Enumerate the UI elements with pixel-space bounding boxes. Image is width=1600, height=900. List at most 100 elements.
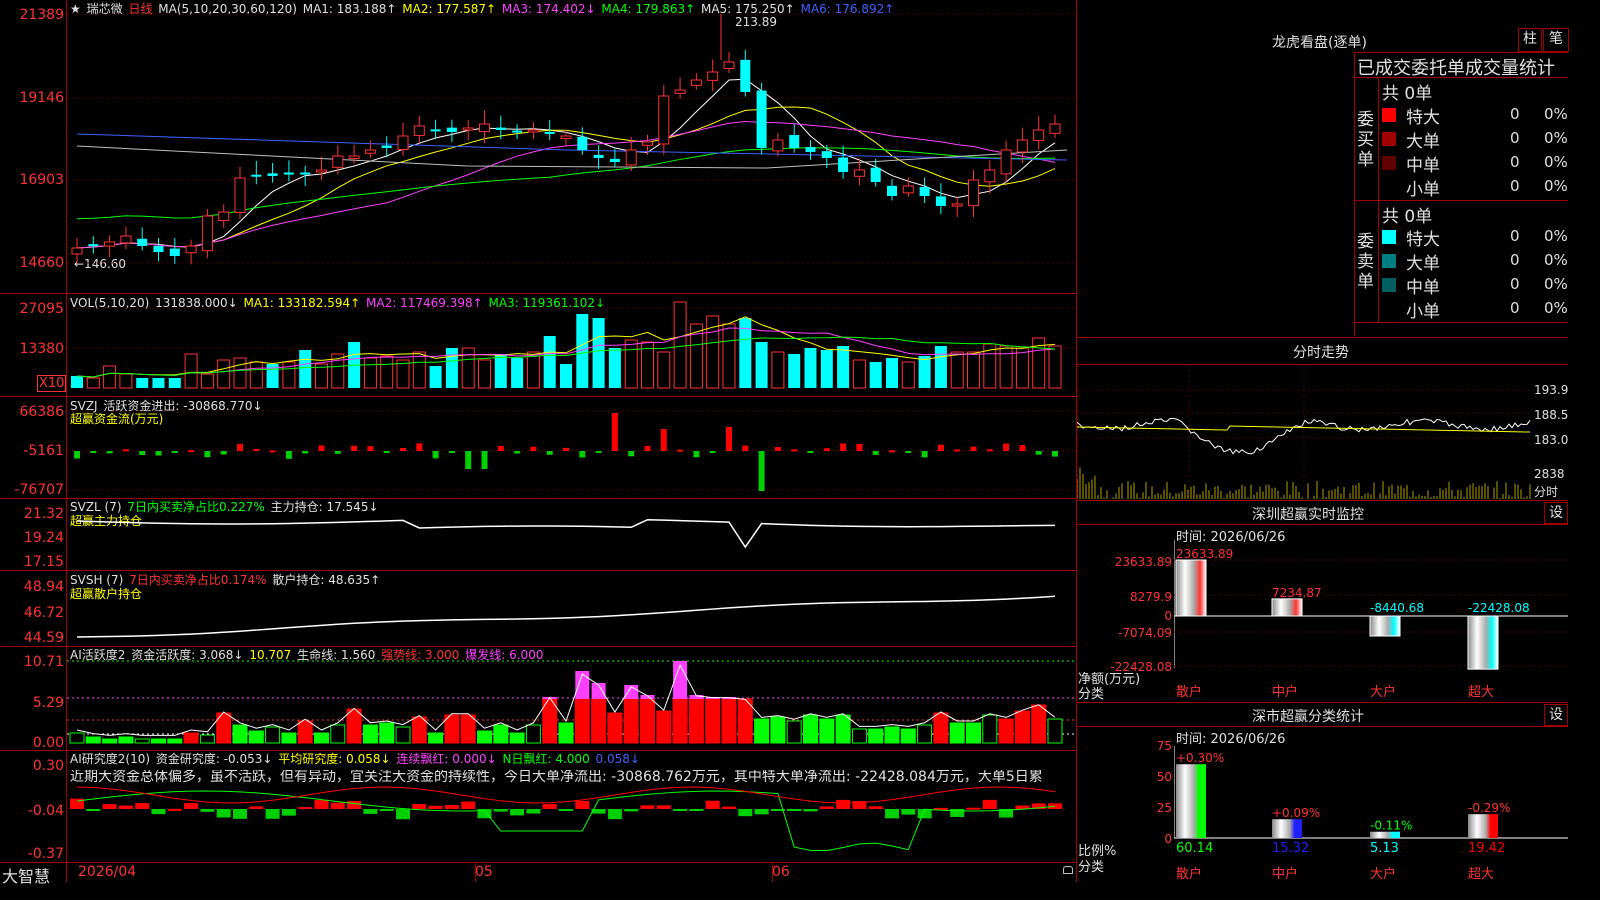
cls-pct: -0.11% xyxy=(1370,819,1412,833)
cls-bar xyxy=(1272,819,1302,838)
row-count: 0 xyxy=(1510,105,1520,123)
intraday-chart[interactable] xyxy=(1077,365,1568,500)
tick-mode-button[interactable]: 笔 xyxy=(1543,28,1569,52)
volume-bar xyxy=(168,378,181,388)
date-axis-2: 05 xyxy=(475,864,493,880)
flow-bar xyxy=(285,451,292,459)
flow-bar xyxy=(1003,443,1010,451)
candle-body xyxy=(283,172,294,175)
research-bar xyxy=(151,809,166,815)
sell-title: 委卖单 xyxy=(1357,232,1374,292)
volume-bar xyxy=(119,373,133,389)
fund-flow-chart[interactable] xyxy=(67,397,1076,498)
row-label: 小单 xyxy=(1406,302,1440,322)
row-pct: 0% xyxy=(1544,153,1568,171)
candle-body xyxy=(674,89,686,94)
volume-bar xyxy=(918,356,931,388)
volume-bar xyxy=(184,353,198,389)
row-pct: 0% xyxy=(1544,105,1568,123)
bar-mode-button[interactable]: 柱 xyxy=(1518,28,1542,52)
sz-monitor-chart[interactable]: 23633.89 7234.87 -8440.68 -22428.08 散户 中户 大户 超大 xyxy=(1174,540,1568,700)
ai-activity-chart[interactable] xyxy=(67,647,1076,750)
candle-body xyxy=(887,185,897,196)
candle-body xyxy=(740,59,751,92)
flow-bar xyxy=(465,451,472,469)
cls-pct: +0.30% xyxy=(1176,751,1224,765)
volume-bar xyxy=(494,354,507,388)
category-label: 散户 xyxy=(1176,684,1202,700)
candle-body xyxy=(364,149,376,154)
retail-holding-chart[interactable] xyxy=(67,571,1076,646)
buy-row: 小单 0 0% xyxy=(1380,175,1568,200)
candle-body xyxy=(413,125,425,136)
avg-research-line xyxy=(76,786,1056,804)
research-bar xyxy=(298,807,313,810)
volume-bar xyxy=(1015,347,1029,389)
volume-bar xyxy=(771,351,785,389)
activity-bar xyxy=(1014,710,1030,744)
volume-bar xyxy=(869,362,882,388)
ai-research-chart[interactable] xyxy=(67,751,1076,862)
activity-bar xyxy=(134,738,150,744)
volume-bar xyxy=(1048,345,1062,389)
activity-bar xyxy=(688,698,704,744)
activity-bar xyxy=(607,712,623,744)
flow-bar xyxy=(954,449,961,452)
sz-settings-button[interactable]: 设 xyxy=(1544,502,1568,524)
research-bar xyxy=(249,806,264,809)
activity-bar xyxy=(118,736,134,744)
ai1-axis-1: 10.71 xyxy=(23,654,64,670)
candle-body xyxy=(723,61,735,69)
flow-bar xyxy=(220,451,227,455)
research-bar xyxy=(803,809,818,812)
color-swatch xyxy=(1382,180,1396,194)
research-bar xyxy=(265,809,280,819)
activity-bar xyxy=(1047,718,1063,744)
category-label: 超大 xyxy=(1468,685,1494,700)
category-label: 散户 xyxy=(1176,866,1202,882)
volume-bar xyxy=(950,351,964,389)
volume-bar xyxy=(543,336,556,388)
candle-body xyxy=(120,235,132,244)
lock-icon[interactable] xyxy=(1063,866,1073,874)
candle-body xyxy=(1049,123,1061,134)
cls-title: 深市超赢分类统计 xyxy=(1252,709,1364,725)
row-count: 0 xyxy=(1510,227,1520,245)
research-bar xyxy=(379,809,394,811)
research-bar xyxy=(396,809,410,820)
row-label: 中单 xyxy=(1406,278,1440,298)
main-force-holding-chart[interactable] xyxy=(67,499,1076,570)
volume-bar xyxy=(217,359,231,389)
research-bar xyxy=(526,809,541,814)
activity-bar xyxy=(314,732,329,744)
volume-chart[interactable] xyxy=(67,294,1076,396)
sell-row: 大单 0 0% xyxy=(1380,249,1568,274)
row-label: 大单 xyxy=(1406,132,1440,152)
monitor-value: 23633.89 xyxy=(1176,547,1233,561)
activity-bar xyxy=(754,718,770,744)
candlestick-chart[interactable] xyxy=(67,0,1076,293)
flow-bar xyxy=(448,451,455,453)
svzj-axis-2: -5161 xyxy=(23,443,64,459)
volume-bar xyxy=(526,351,540,389)
candle-body xyxy=(805,147,816,152)
sell-total: 共 0单 xyxy=(1382,207,1433,227)
volume-bar xyxy=(657,351,671,389)
ai1-axis-2: 5.29 xyxy=(32,695,64,711)
research-bar xyxy=(216,809,231,818)
row-count: 0 xyxy=(1510,177,1520,195)
research-bar xyxy=(118,805,133,809)
activity-bar xyxy=(574,698,590,744)
flow-bar xyxy=(872,451,879,455)
cls-axis-2: 50 xyxy=(1156,770,1172,784)
row-count: 0 xyxy=(1510,153,1520,171)
cls-stats-chart[interactable]: +0.30% 60.14 散户 +0.09% 15.32 中户 -0.11% 5.13 大户 -0… xyxy=(1174,740,1568,882)
candle-body xyxy=(512,130,523,133)
vol-axis-1: 27095 xyxy=(19,301,64,317)
svzj-axis-3: -76707 xyxy=(14,482,64,498)
flow-bar xyxy=(155,451,162,456)
row-pct: 0% xyxy=(1544,251,1568,269)
flow-bar xyxy=(204,451,211,458)
candle-body xyxy=(560,135,572,140)
cls-settings-button[interactable]: 设 xyxy=(1544,704,1568,726)
